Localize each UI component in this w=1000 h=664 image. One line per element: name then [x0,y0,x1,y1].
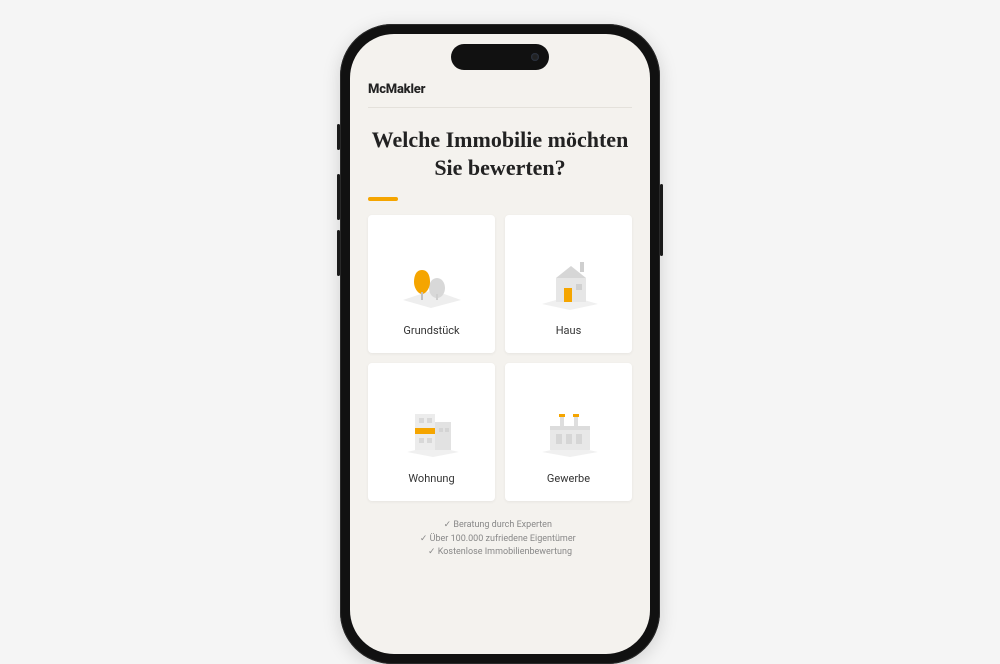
option-card-grundstueck[interactable]: Grundstück [368,215,495,353]
option-label: Haus [556,324,582,337]
option-card-haus[interactable]: Haus [505,215,632,353]
land-plot-icon [397,256,467,310]
phone-frame: McMakler Welche Immobilie möchten Sie be… [340,24,660,664]
phone-side-button [660,184,663,256]
page-title: Welche Immobilie möchten Sie bewerten? [368,126,632,181]
house-icon [534,256,604,310]
footer-item: ✓ Beratung durch Experten [444,520,552,530]
phone-side-button [337,124,340,150]
option-label: Grundstück [403,324,459,337]
footer-item: ✓ Über 100.000 zufriedene Eigentümer [420,534,576,544]
apartment-icon [397,404,467,458]
phone-side-button [337,230,340,276]
dynamic-island [451,44,549,70]
phone-screen: McMakler Welche Immobilie möchten Sie be… [350,34,650,654]
option-label: Wohnung [408,472,454,485]
brand-logo: McMakler [368,82,632,107]
property-type-grid: Grundstück Haus [368,215,632,501]
phone-side-button [337,174,340,220]
header-divider [368,107,632,108]
option-card-wohnung[interactable]: Wohnung [368,363,495,501]
progress-track [368,197,632,201]
option-card-gewerbe[interactable]: Gewerbe [505,363,632,501]
progress-bar [368,197,398,201]
option-label: Gewerbe [547,472,590,485]
commercial-icon [534,404,604,458]
footer-item: ✓ Kostenlose Immobilienbewertung [428,547,572,557]
trust-footer: ✓ Beratung durch Experten ✓ Über 100.000… [368,519,632,560]
